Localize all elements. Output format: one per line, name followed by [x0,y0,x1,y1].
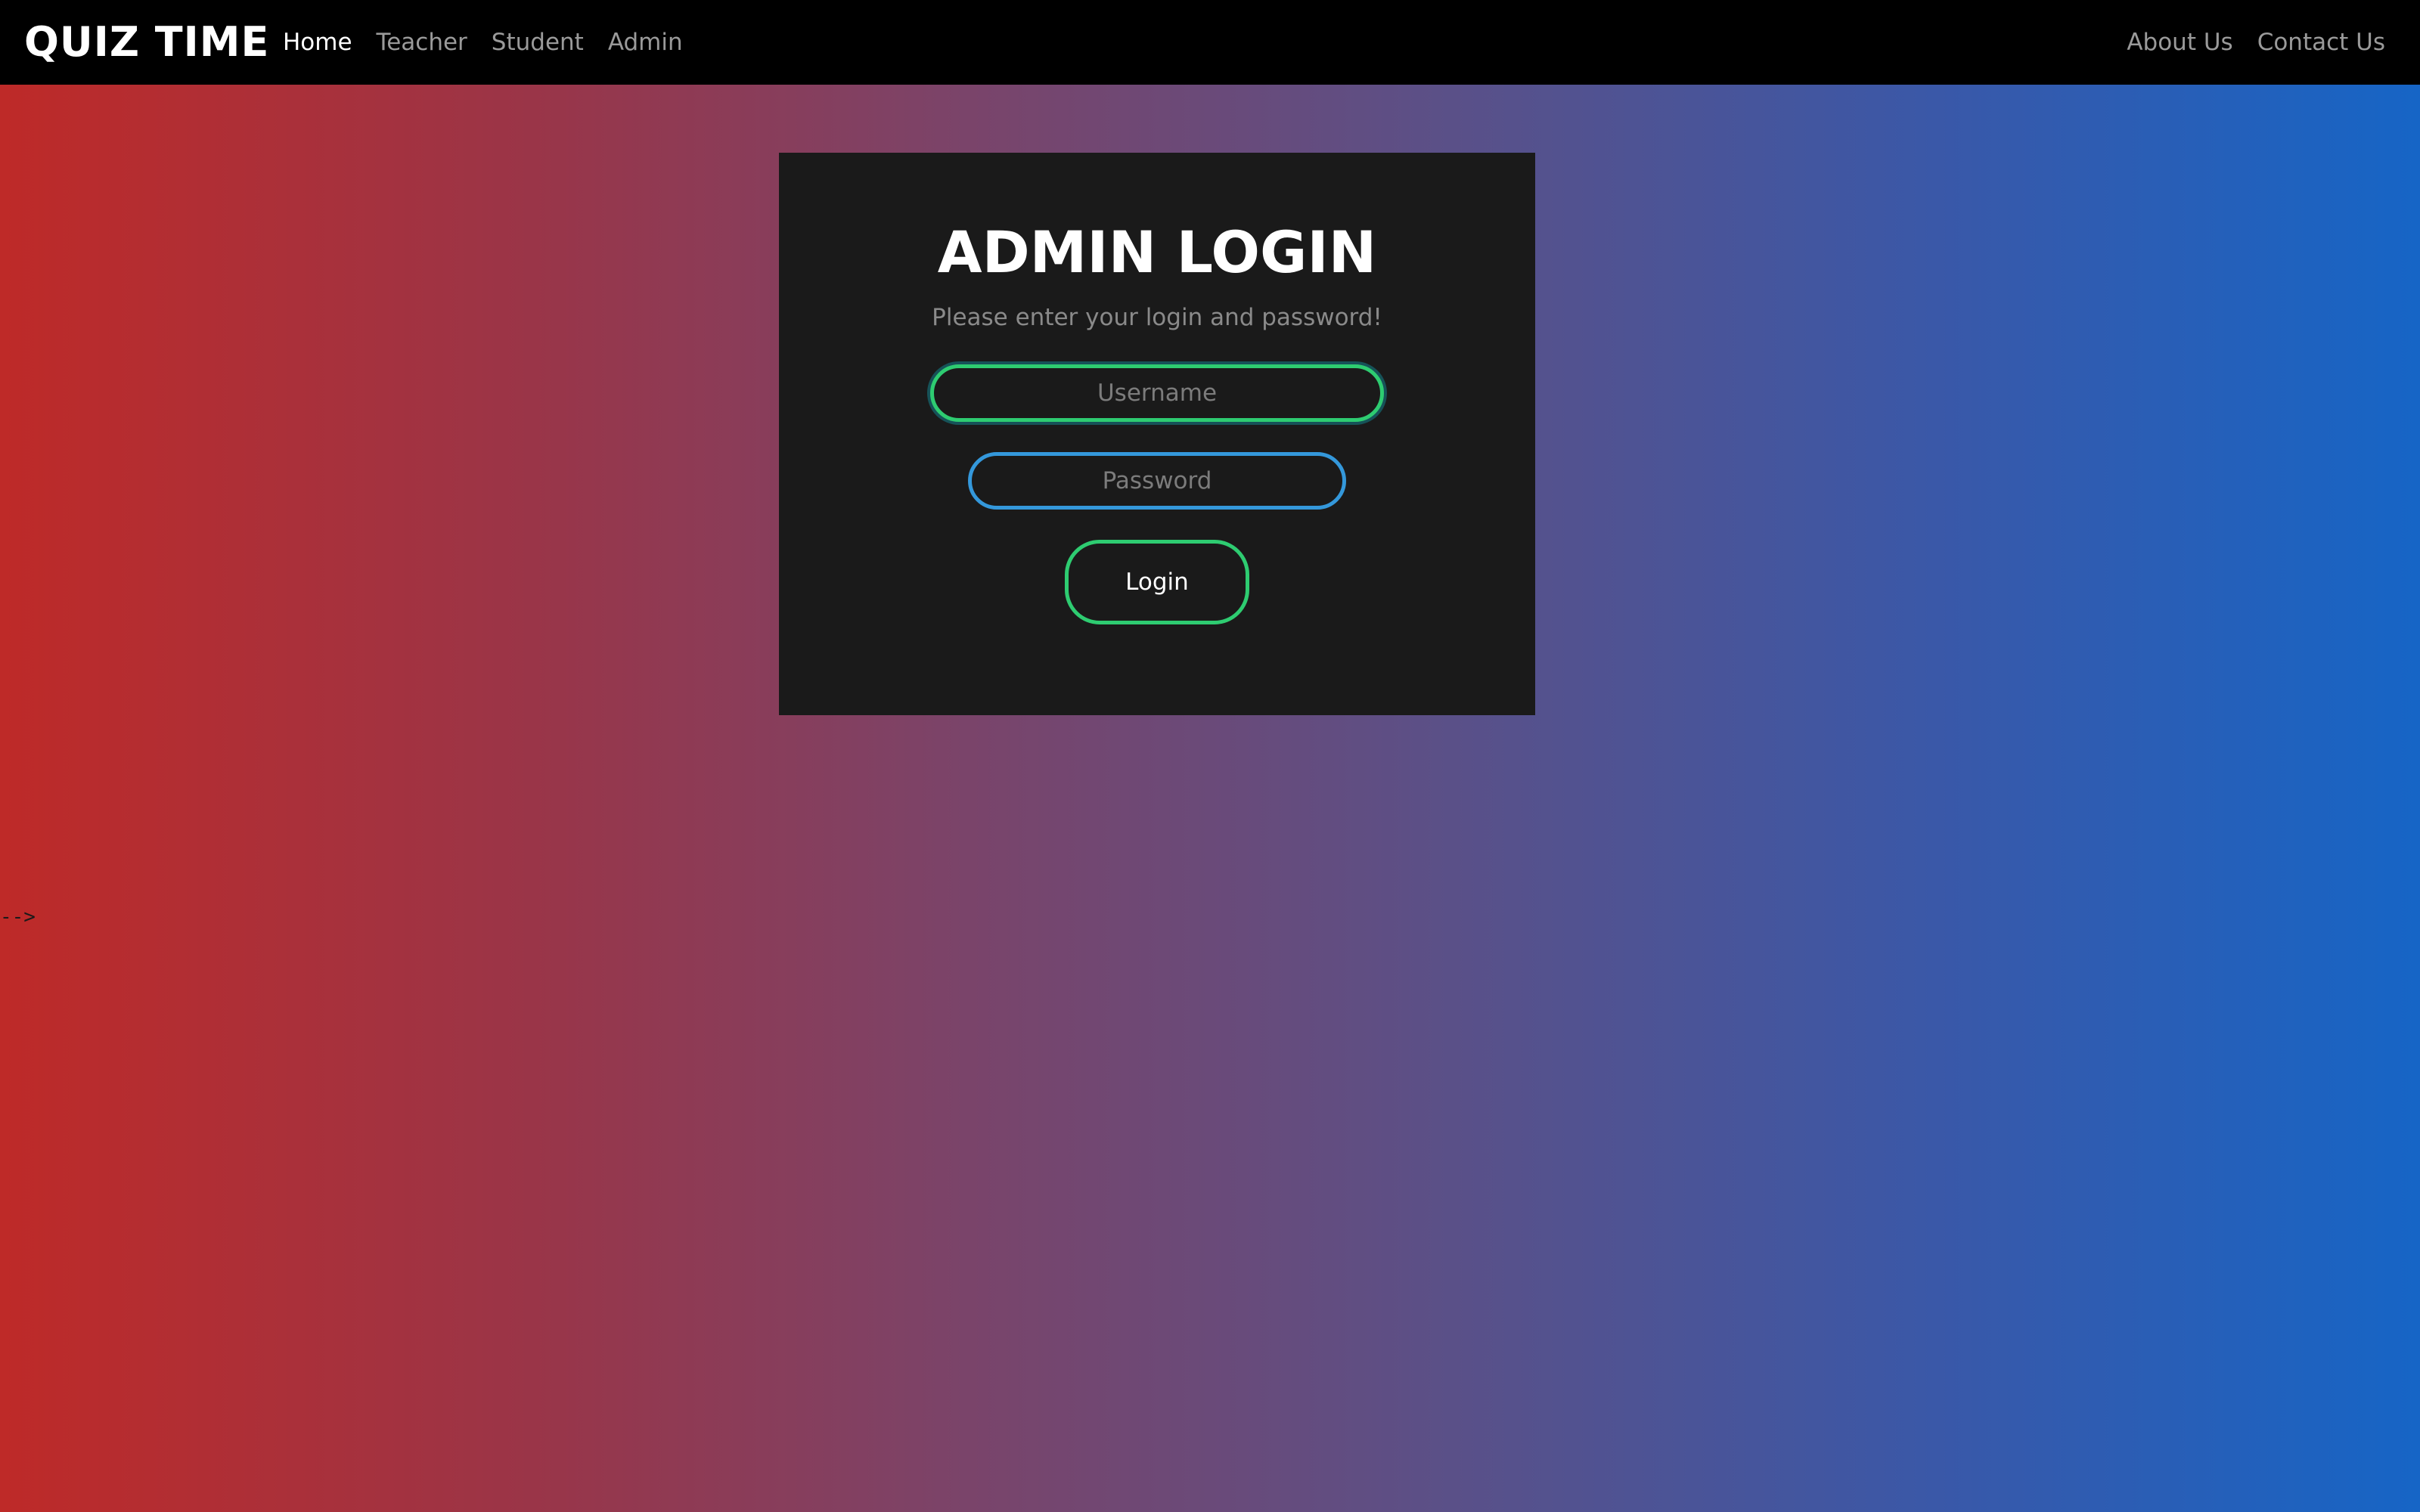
nav-link-about-us[interactable]: About Us [2127,29,2232,56]
nav-link-contact-us[interactable]: Contact Us [2257,29,2385,56]
navbar: QUIZ TIME Home Teacher Student Admin Abo… [0,0,2420,85]
login-title: ADMIN LOGIN [937,218,1377,286]
login-button[interactable]: Login [1065,540,1249,624]
nav-right-links: About Us Contact Us [2127,0,2385,85]
password-input[interactable] [968,452,1346,510]
nav-link-teacher[interactable]: Teacher [377,29,467,56]
nav-left-links: Home Teacher Student Admin [283,0,707,85]
nav-link-student[interactable]: Student [492,29,584,56]
stray-comment-text: --> [0,906,36,928]
brand-logo[interactable]: QUIZ TIME [24,17,269,68]
nav-link-admin[interactable]: Admin [608,29,683,56]
username-input[interactable] [930,364,1384,422]
login-card: ADMIN LOGIN Please enter your login and … [779,153,1535,715]
login-subtitle: Please enter your login and password! [932,304,1382,331]
nav-link-home[interactable]: Home [283,29,352,56]
